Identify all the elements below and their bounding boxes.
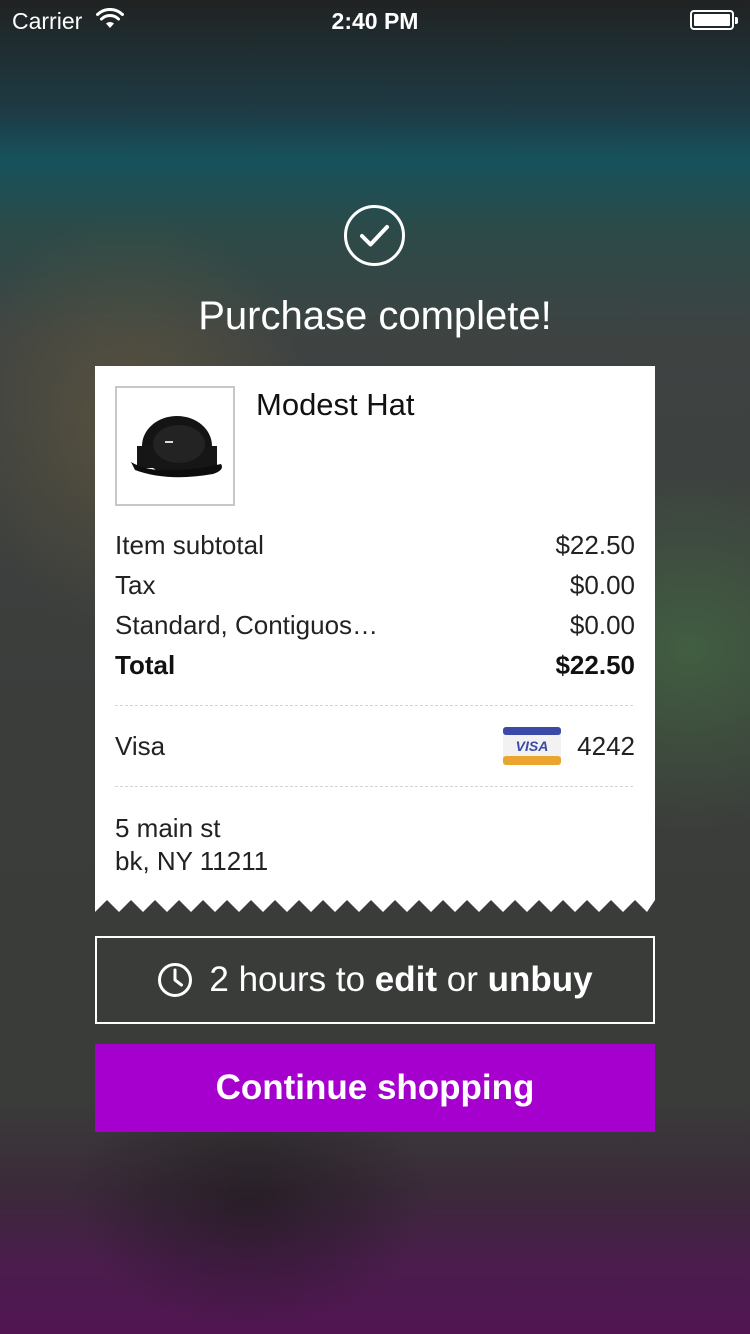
subtotal-label: Item subtotal xyxy=(115,530,264,560)
battery-icon xyxy=(690,10,738,30)
tax-row: Tax $0.00 xyxy=(115,570,635,601)
payment-method-label: Visa xyxy=(115,730,166,761)
timer-text: 2 hours to edit or unbuy xyxy=(209,960,593,999)
page-title: Purchase complete! xyxy=(198,294,552,338)
total-label: Total xyxy=(115,650,176,680)
total-value: $22.50 xyxy=(555,650,635,680)
card-last4: 4242 xyxy=(577,730,635,761)
tax-label: Tax xyxy=(115,570,156,600)
shipping-row: Standard, Contiguos… $0.00 xyxy=(115,610,635,641)
edit-unbuy-timer-button[interactable]: 2 hours to edit or unbuy xyxy=(95,936,655,1024)
subtotal-row: Item subtotal $22.50 xyxy=(115,530,635,561)
check-circle-icon xyxy=(344,205,405,266)
address-line1: 5 main st xyxy=(115,813,221,843)
shipping-address[interactable]: 5 main st bk, NY 11211 xyxy=(115,812,268,878)
divider xyxy=(115,786,633,787)
subtotal-value: $22.50 xyxy=(555,530,635,560)
payment-row[interactable]: Visa VISA 4242 xyxy=(115,726,635,766)
continue-shopping-button[interactable]: Continue shopping xyxy=(95,1044,655,1132)
edit-link[interactable]: edit xyxy=(375,960,437,999)
address-line2: bk, NY 11211 xyxy=(115,846,269,876)
product-name: Modest Hat xyxy=(256,387,415,422)
tax-value: $0.00 xyxy=(569,570,635,600)
shipping-value: $0.00 xyxy=(569,610,635,640)
product-thumbnail[interactable] xyxy=(115,386,235,506)
hat-image xyxy=(131,416,222,478)
shipping-label: Standard, Contiguos… xyxy=(115,610,379,640)
divider xyxy=(115,705,633,706)
visa-logo-text: VISA xyxy=(516,738,549,754)
receipt-card: Modest Hat Item subtotal $22.50 Tax $0.0… xyxy=(95,366,655,896)
total-row: Total $22.50 xyxy=(115,650,635,681)
status-time: 2:40 PM xyxy=(331,8,419,34)
status-bar: Carrier 2:40 PM xyxy=(0,0,750,40)
unbuy-link[interactable]: unbuy xyxy=(488,960,593,999)
receipt-torn-edge xyxy=(95,896,655,912)
visa-card-icon: VISA xyxy=(503,727,562,765)
clock-icon xyxy=(158,963,193,997)
